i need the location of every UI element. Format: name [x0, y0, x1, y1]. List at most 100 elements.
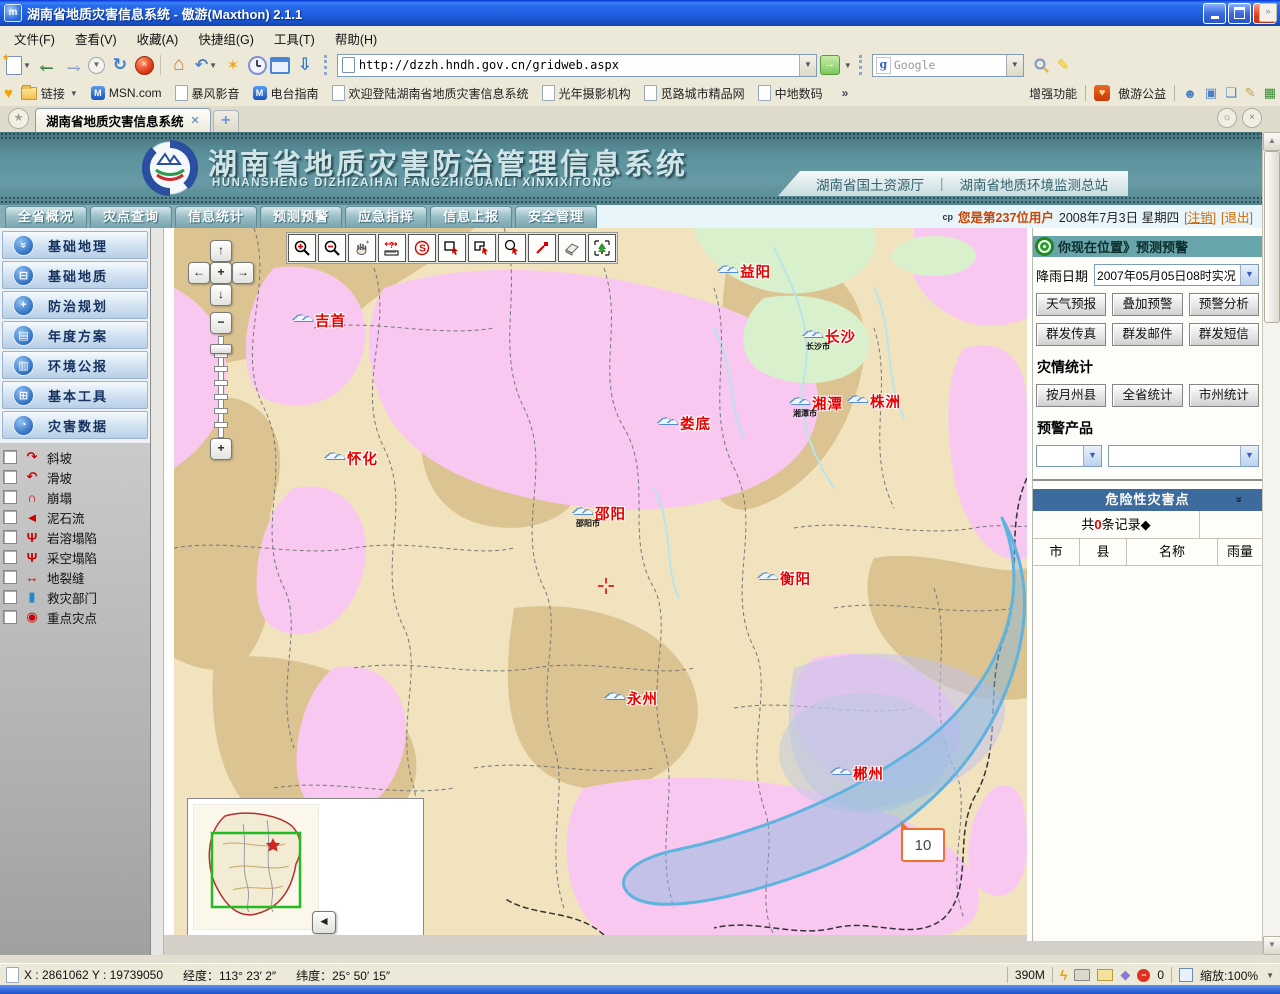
- menu-item[interactable]: 收藏(A): [127, 26, 189, 51]
- sidebar-section-button[interactable]: ⊟基础地质: [2, 261, 148, 289]
- link-item[interactable]: 暴风影音: [175, 85, 240, 102]
- sidebar-section-button[interactable]: ▤年度方案: [2, 321, 148, 349]
- full-extent-tool[interactable]: [588, 234, 616, 262]
- panel-button[interactable]: 按月州县: [1036, 384, 1106, 407]
- nav-tab[interactable]: 信息上报: [430, 206, 512, 228]
- menu-item[interactable]: 文件(F): [4, 26, 65, 51]
- eraser-tool[interactable]: [558, 234, 586, 262]
- links-overflow-icon[interactable]: »: [842, 86, 849, 100]
- panel-button[interactable]: 叠加预警: [1112, 293, 1182, 316]
- menu-item[interactable]: 查看(V): [65, 26, 127, 51]
- notes-icon[interactable]: ❏: [1225, 85, 1237, 101]
- select-s-tool[interactable]: S: [408, 234, 436, 262]
- resize-icon[interactable]: [1179, 968, 1193, 982]
- layer-checkbox[interactable]: [3, 610, 17, 624]
- layer-checkbox[interactable]: [3, 590, 17, 604]
- go-button[interactable]: →: [820, 55, 840, 75]
- panel-button[interactable]: 天气预报: [1036, 293, 1106, 316]
- toolbar-collapse-icon[interactable]: »: [1259, 3, 1277, 22]
- collapse-chevron-icon[interactable]: »: [1227, 496, 1249, 503]
- draw-point-tool[interactable]: [528, 234, 556, 262]
- nav-tab[interactable]: 应急指挥: [345, 206, 427, 228]
- new-tab-button[interactable]: +: [213, 110, 239, 132]
- nav-tab[interactable]: 预测预警: [260, 206, 342, 228]
- chevron-down-icon[interactable]: ▼: [1240, 446, 1258, 466]
- city-marker[interactable]: ☁☁湘潭湘潭市: [789, 393, 843, 414]
- sidebar-scrollbar[interactable]: [151, 228, 164, 955]
- city-marker[interactable]: ☁☁邵阳邵阳市: [572, 503, 626, 524]
- new-folder-icon[interactable]: [1097, 969, 1113, 981]
- pan-up-button[interactable]: ↑: [210, 240, 232, 262]
- panel-button[interactable]: 群发传真: [1036, 323, 1106, 346]
- go-dropdown-icon[interactable]: ▼: [844, 61, 852, 70]
- city-marker[interactable]: ☁☁永州: [604, 688, 658, 709]
- product-item-select[interactable]: ▼: [1108, 445, 1259, 467]
- eraser-icon[interactable]: ◆: [1120, 967, 1130, 983]
- link-item[interactable]: M电台指南: [253, 85, 319, 102]
- city-marker[interactable]: ☁☁郴州: [830, 763, 884, 784]
- layer-checkbox[interactable]: [3, 450, 17, 464]
- layer-checkbox[interactable]: [3, 510, 17, 524]
- history-clock-icon[interactable]: [248, 56, 267, 75]
- city-marker[interactable]: ☁☁益阳: [717, 261, 771, 282]
- nav-tab[interactable]: 信息统计: [175, 206, 257, 228]
- links-folder[interactable]: 链接▼: [21, 85, 78, 102]
- search-engine-dropdown-icon[interactable]: ▼: [1006, 55, 1023, 76]
- panel-button[interactable]: 市州统计: [1189, 384, 1259, 407]
- panel-button[interactable]: 群发邮件: [1112, 323, 1182, 346]
- product-type-select[interactable]: ▼: [1036, 445, 1102, 467]
- search-box[interactable]: g Google ▼: [872, 54, 1024, 77]
- zoom-dropdown-icon[interactable]: ▼: [1266, 971, 1274, 980]
- panel-button[interactable]: 群发短信: [1189, 323, 1259, 346]
- pan-right-button[interactable]: →: [232, 262, 254, 284]
- city-marker[interactable]: ☁☁吉首: [292, 310, 346, 331]
- zoom-level[interactable]: 缩放:100%: [1200, 967, 1258, 984]
- address-url[interactable]: http://dzzh.hndh.gov.cn/gridweb.aspx: [359, 58, 799, 72]
- link-item[interactable]: 中地数码: [758, 85, 823, 102]
- close-tabs-icon[interactable]: ×: [1242, 108, 1262, 128]
- zoom-out-step-button[interactable]: −: [210, 312, 232, 334]
- pan-tool[interactable]: [348, 234, 376, 262]
- warning-flag-marker[interactable]: 10: [901, 828, 945, 862]
- sidebar-section-button[interactable]: »基础地理: [2, 231, 148, 259]
- window-icon[interactable]: ▣: [1205, 85, 1217, 101]
- download-button[interactable]: ⇩: [293, 53, 317, 77]
- sidebar-section-button[interactable]: ⊞基本工具: [2, 381, 148, 409]
- user-icon[interactable]: ☻: [1183, 86, 1197, 101]
- favorites-star-icon[interactable]: ★: [8, 108, 29, 129]
- panel-button[interactable]: 预警分析: [1189, 293, 1259, 316]
- popup-blocker-icon[interactable]: −: [1137, 969, 1150, 982]
- measure-distance-tool[interactable]: ?: [378, 234, 406, 262]
- danger-points-header[interactable]: 危险性灾害点 »: [1033, 489, 1262, 511]
- layer-checkbox[interactable]: [3, 470, 17, 484]
- inset-collapse-button[interactable]: ◄: [312, 911, 336, 934]
- select-circle-tool[interactable]: [498, 234, 526, 262]
- pan-down-button[interactable]: ↓: [210, 284, 232, 306]
- city-marker[interactable]: ☁☁怀化: [324, 448, 378, 469]
- panel-button[interactable]: 全省统计: [1112, 384, 1182, 407]
- nav-tab[interactable]: 全省概况: [5, 206, 87, 228]
- pan-left-button[interactable]: ←: [188, 262, 210, 284]
- city-marker[interactable]: ☁☁株洲: [847, 391, 901, 412]
- scroll-down-icon[interactable]: ▼: [1263, 936, 1280, 955]
- history-dropdown-icon[interactable]: ▼: [88, 57, 105, 74]
- menu-item[interactable]: 快捷组(G): [188, 26, 264, 51]
- highlighter-icon[interactable]: ✎: [1057, 56, 1070, 74]
- scrollbar-thumb[interactable]: [1264, 151, 1280, 323]
- address-bar[interactable]: http://dzzh.hndh.gov.cn/gridweb.aspx ▼: [337, 54, 817, 77]
- undo-button[interactable]: ↶▼: [194, 53, 218, 77]
- maxthon-charity-link[interactable]: 傲游公益: [1118, 85, 1166, 102]
- home-button[interactable]: ⌂: [167, 53, 191, 77]
- address-dropdown-icon[interactable]: ▼: [799, 55, 816, 76]
- chevron-down-icon[interactable]: ▼: [1083, 446, 1101, 466]
- tab-settings-icon[interactable]: ☼: [1217, 108, 1237, 128]
- org-link[interactable]: 湖南省国土资源厅: [816, 174, 924, 194]
- zoom-in-step-button[interactable]: +: [210, 438, 232, 460]
- minimize-button[interactable]: [1203, 3, 1226, 24]
- plus-features-link[interactable]: 增强功能: [1029, 85, 1077, 102]
- google-logo-icon[interactable]: g: [876, 57, 891, 74]
- layer-checkbox[interactable]: [3, 570, 17, 584]
- page-scrollbar[interactable]: ▲ ▼: [1262, 132, 1280, 955]
- forward-button[interactable]: →: [61, 53, 85, 77]
- magic-fill-icon[interactable]: ✶: [221, 53, 245, 77]
